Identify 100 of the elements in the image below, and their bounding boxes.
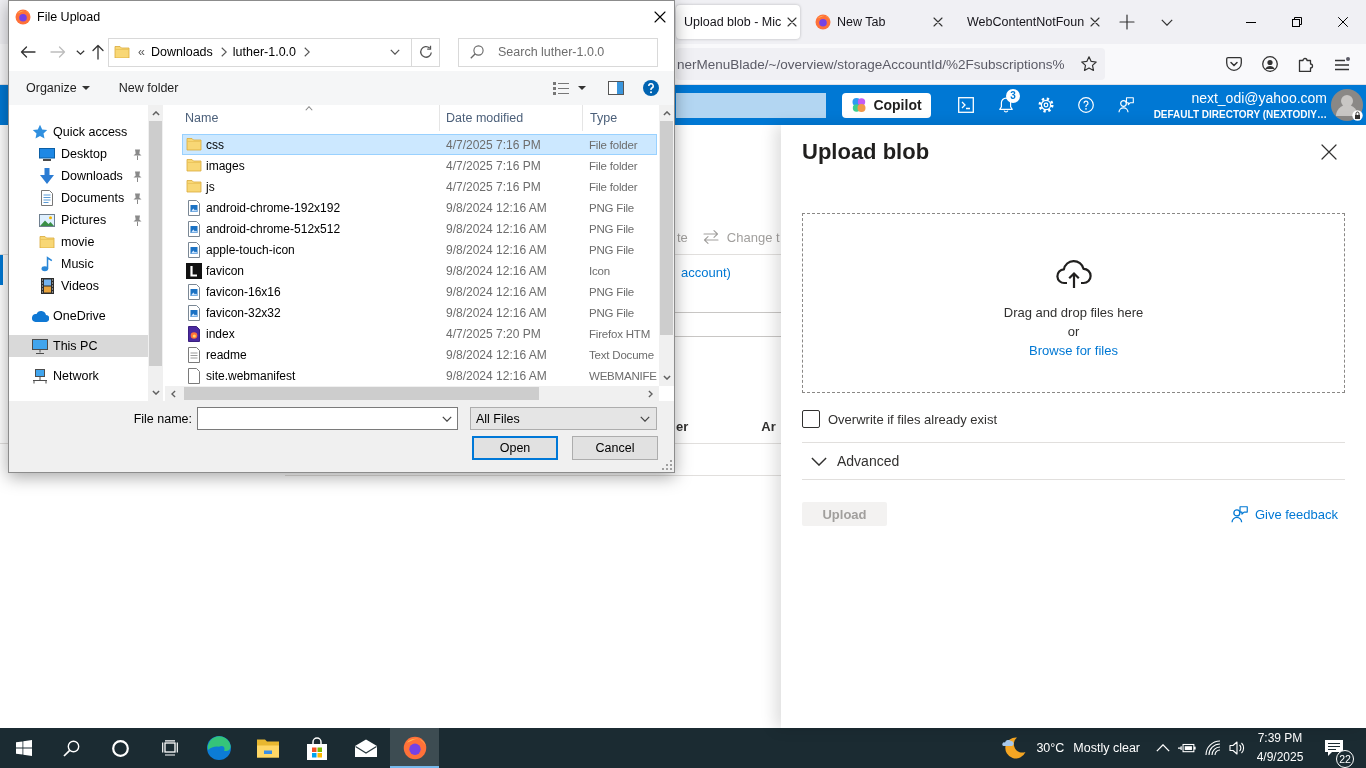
scrollbar-thumb[interactable] (149, 121, 162, 366)
close-icon[interactable] (787, 17, 798, 27)
chevron-up-icon[interactable] (1156, 744, 1170, 752)
feedback-icon[interactable] (1118, 97, 1134, 113)
file-type-dropdown[interactable]: All Files (470, 407, 657, 430)
chevron-right-icon[interactable] (304, 47, 311, 57)
file-row[interactable]: android-chrome-192x192 9/8/2024 12:16 AM PNG File (182, 197, 657, 218)
battery-plug-icon[interactable] (1178, 743, 1196, 753)
scroll-right-icon[interactable] (648, 389, 653, 398)
chevron-right-icon[interactable] (220, 47, 227, 57)
file-row[interactable]: images 4/7/2025 7:16 PM File folder (182, 155, 657, 176)
sidebar-item[interactable]: Pictures (9, 209, 148, 231)
address-bar[interactable]: nerMenuBlade/~/overview/storageAccountId/%2Fsubscriptions% (676, 48, 1105, 80)
close-icon[interactable] (1321, 144, 1337, 160)
dialog-button[interactable]: Open (472, 436, 558, 460)
view-options-icon[interactable] (553, 81, 569, 95)
browse-files-link[interactable]: Browse for files (1029, 341, 1118, 360)
column-header[interactable]: Type (583, 105, 624, 131)
file-row[interactable]: android-chrome-512x512 9/8/2024 12:16 AM PNG File (182, 218, 657, 239)
file-name-field[interactable] (197, 407, 458, 430)
close-icon[interactable] (654, 11, 666, 23)
column-header[interactable]: Name (182, 105, 440, 131)
plus-icon[interactable] (1119, 14, 1135, 30)
file-row[interactable]: favicon-32x32 9/8/2024 12:16 AM PNG File (182, 302, 657, 323)
sidebar-item[interactable]: This PC (9, 335, 148, 357)
file-row[interactable]: readme 9/8/2024 12:16 AM Text Docume (182, 344, 657, 365)
chevron-down-icon[interactable] (1161, 18, 1173, 26)
file-row[interactable]: js 4/7/2025 7:16 PM File folder (182, 176, 657, 197)
sidebar-item[interactable]: Network (9, 365, 148, 387)
breadcrumb-overflow[interactable]: « (138, 45, 145, 59)
help-icon[interactable] (643, 80, 659, 96)
address-field[interactable]: « Downloads luther-1.0.0 (108, 37, 440, 67)
browser-tab[interactable]: Upload blob - Mic (676, 5, 800, 39)
weather-text[interactable]: Mostly clear (1073, 741, 1140, 755)
message-icon[interactable] (1324, 739, 1344, 757)
close-icon[interactable] (933, 17, 943, 27)
refresh-icon[interactable] (418, 45, 433, 59)
close-icon[interactable] (1090, 17, 1101, 27)
directory-name[interactable]: DEFAULT DIRECTORY (NEXTODIY… (1153, 107, 1327, 121)
moon-cloud-icon[interactable] (1002, 736, 1027, 760)
menu-icon[interactable] (1334, 56, 1350, 72)
sidebar-item[interactable]: OneDrive (9, 305, 148, 327)
puzzle-piece-icon[interactable] (1298, 56, 1314, 72)
scroll-up-icon[interactable] (151, 111, 160, 116)
breadcrumb-item[interactable]: Downloads (150, 45, 213, 59)
scroll-up-icon[interactable] (662, 111, 671, 116)
wifi-icon[interactable] (1205, 740, 1221, 756)
vertical-scrollbar[interactable] (148, 105, 163, 401)
sidebar-item[interactable]: Documents (9, 187, 148, 209)
browser-tab[interactable]: WebContentNotFoun (956, 5, 1104, 39)
browser-tab[interactable]: New Tab (804, 5, 952, 39)
column-header[interactable]: er (676, 419, 689, 434)
toolbar-button[interactable]: New folder (118, 81, 179, 95)
sidebar-item[interactable]: Music (9, 253, 148, 275)
back-arrow-icon[interactable] (20, 46, 36, 58)
advanced-expander[interactable]: Advanced (802, 443, 1345, 480)
file-row[interactable]: apple-touch-icon 9/8/2024 12:16 AM PNG File (182, 239, 657, 260)
minimize-icon[interactable] (1246, 21, 1256, 23)
sidebar-item[interactable]: Quick access (9, 121, 148, 143)
sidebar-item[interactable]: movie (9, 231, 148, 253)
scroll-left-icon[interactable] (171, 389, 176, 398)
dialog-button[interactable]: Cancel (572, 436, 658, 460)
drop-zone[interactable]: Drag and drop files here or Browse for files (802, 213, 1345, 393)
file-row[interactable]: index 4/7/2025 7:20 PM Firefox HTM (182, 323, 657, 344)
scroll-down-icon[interactable] (151, 390, 160, 395)
user-email[interactable]: next_odi@yahoo.com (1191, 89, 1327, 107)
file-row[interactable]: site.webmanifest 9/8/2024 12:16 AM WEBMANIFE (182, 365, 657, 386)
chevron-down-icon[interactable] (390, 49, 400, 55)
sidebar-item[interactable]: Downloads (9, 165, 148, 187)
search-field[interactable]: Search luther-1.0.0 (458, 37, 658, 67)
feedback-link[interactable]: Give feedback (1230, 505, 1338, 523)
column-header[interactable]: Date modified (440, 105, 583, 131)
column-header[interactable]: Ar (761, 419, 776, 434)
terminal-icon[interactable] (958, 97, 974, 113)
chevron-down-icon[interactable] (442, 415, 452, 422)
restore-icon[interactable] (1292, 17, 1302, 27)
clock-time[interactable]: 7:39 PM (1257, 729, 1303, 748)
file-row[interactable]: favicon 9/8/2024 12:16 AM Icon (182, 260, 657, 281)
sidebar-item[interactable]: Videos (9, 275, 148, 297)
bell-icon[interactable] (998, 97, 1014, 113)
file-row[interactable]: css 4/7/2025 7:16 PM File folder (182, 134, 657, 155)
sidebar-item[interactable]: Desktop (9, 143, 148, 165)
clock-date[interactable]: 4/9/2025 (1256, 748, 1304, 767)
account-icon[interactable] (1262, 56, 1278, 72)
file-row[interactable]: favicon-16x16 9/8/2024 12:16 AM PNG File (182, 281, 657, 302)
toolbar-button[interactable]: Organize (26, 81, 90, 95)
avatar-icon[interactable] (1331, 89, 1363, 121)
chevron-down-icon[interactable] (76, 49, 85, 55)
horizontal-scrollbar[interactable] (165, 386, 659, 401)
copilot-button[interactable]: Copilot (842, 92, 931, 118)
preview-pane-icon[interactable] (608, 81, 624, 95)
settings-icon[interactable] (1038, 97, 1054, 113)
shield-chevron-icon[interactable] (1226, 56, 1242, 72)
checkbox[interactable] (802, 410, 820, 428)
star-icon[interactable] (1081, 56, 1097, 72)
close-icon[interactable] (1338, 17, 1348, 27)
scrollbar-thumb[interactable] (660, 121, 673, 335)
breadcrumb-item[interactable]: luther-1.0.0 (232, 45, 297, 59)
temperature-text[interactable]: 30°C (1036, 741, 1065, 755)
scroll-down-icon[interactable] (662, 375, 671, 380)
